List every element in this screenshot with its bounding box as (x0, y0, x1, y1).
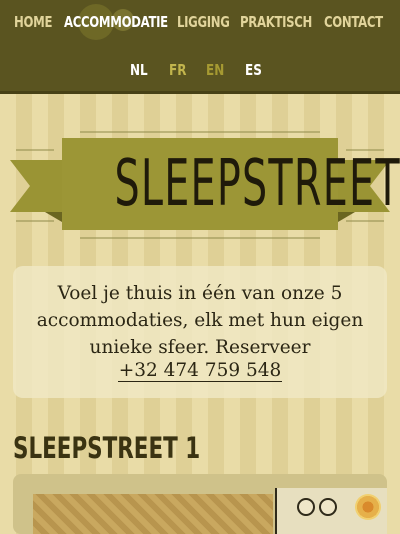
section-title: SLEEPSTREET 1 (13, 431, 201, 465)
nav-item-praktisch[interactable]: PRAKTISCH (240, 10, 312, 34)
language-fr[interactable]: FR (169, 59, 186, 81)
nav-item-ligging[interactable]: LIGGING (177, 10, 230, 34)
logo-banner: SLEEPSTREET (0, 120, 400, 250)
intro-box: Voel je thuis in één van onze 5 accommod… (13, 266, 387, 398)
accommodation-photo[interactable] (33, 494, 273, 534)
nav-item-accommodatie[interactable]: ACCOMMODATIE (64, 10, 168, 34)
nav-item-home[interactable]: HOME (14, 10, 52, 34)
top-navigation-bar: HOME ACCOMMODATIE LIGGING PRAKTISCH CONT… (0, 0, 400, 94)
flower-icon (355, 494, 381, 520)
intro-text: Voel je thuis in één van onze 5 accommod… (36, 283, 364, 358)
accommodation-photo-detail (277, 488, 387, 534)
nav-item-contact[interactable]: CONTACT (324, 10, 383, 34)
main-nav: HOME ACCOMMODATIE LIGGING PRAKTISCH CONT… (0, 0, 400, 44)
logo-wordmark[interactable]: SLEEPSTREET (114, 138, 399, 230)
phone-link[interactable]: +32 474 759 548 (13, 360, 387, 382)
language-en[interactable]: EN (206, 59, 224, 81)
doll-icon (319, 498, 337, 516)
language-nl[interactable]: NL (130, 59, 148, 81)
language-es[interactable]: ES (245, 59, 262, 81)
phone-number[interactable]: +32 474 759 548 (117, 360, 283, 382)
doll-icon (297, 498, 315, 516)
accommodation-card[interactable] (13, 474, 387, 534)
